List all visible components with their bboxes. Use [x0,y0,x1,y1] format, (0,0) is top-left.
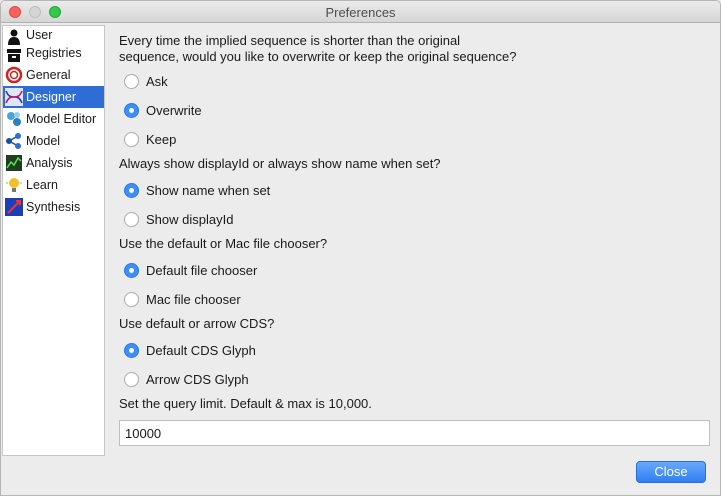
sidebar-item-synthesis[interactable]: Synthesis [3,196,104,218]
sidebar-item-model-editor[interactable]: Model Editor [3,108,104,130]
radio-button-selected[interactable] [124,262,139,278]
radio-ask[interactable]: Ask [124,71,168,91]
question-line-1: Every time the implied sequence is short… [119,33,461,48]
sidebar-item-label: User [26,28,53,42]
radio-label: Keep [146,131,177,147]
sidebar-item-general[interactable]: General [3,64,104,86]
radio-button[interactable] [124,371,139,387]
radio-button[interactable] [124,131,139,147]
radio-label: Mac file chooser [146,291,241,307]
synthesis-icon [5,198,23,216]
registries-icon [7,49,21,62]
radio-mac-file-chooser[interactable]: Mac file chooser [124,289,241,309]
sidebar-item-analysis[interactable]: Analysis [3,152,104,174]
radio-button[interactable] [124,291,139,307]
close-button[interactable]: Close [636,461,706,483]
display-name-question: Always show displayId or always show nam… [119,156,441,171]
sidebar-item-user[interactable]: User [3,26,104,45]
radio-label: Show displayId [146,211,234,227]
sidebar-item-label: General [26,68,71,82]
radio-button-selected[interactable] [124,182,139,198]
sidebar-item-learn[interactable]: Learn [3,174,104,196]
analysis-icon [6,155,22,171]
window-title: Preferences [325,5,396,20]
radio-default-cds-glyph[interactable]: Default CDS Glyph [124,340,256,360]
radio-button[interactable] [124,211,139,227]
radio-label: Default CDS Glyph [146,342,256,358]
sidebar-item-label: Analysis [26,156,73,170]
radio-overwrite[interactable]: Overwrite [124,100,202,120]
model-editor-icon [7,112,21,126]
model-icon [6,133,21,149]
designer-preferences-panel: Every time the implied sequence is short… [106,25,720,456]
sidebar-item-label: Model Editor [26,112,97,126]
radio-button[interactable] [124,73,139,89]
question-line-2: sequence, would you like to overwrite or… [119,49,517,64]
title-bar: Preferences [1,1,720,23]
sidebar-item-label: Synthesis [26,200,81,214]
overwrite-question: Every time the implied sequence is short… [119,33,516,65]
radio-button-selected[interactable] [124,102,139,118]
sidebar-item-label: Designer [26,90,77,104]
radio-label: Arrow CDS Glyph [146,371,249,387]
radio-arrow-cds-glyph[interactable]: Arrow CDS Glyph [124,369,249,389]
general-icon [5,66,23,84]
preferences-window: Preferences User Registries General Desi… [0,0,721,496]
sidebar-item-designer[interactable]: Designer [3,86,104,108]
sidebar-item-label: Learn [26,178,58,192]
radio-show-displayid[interactable]: Show displayId [124,209,233,229]
sidebar: User Registries General Designer Model E… [2,25,105,456]
learn-icon [6,178,22,192]
radio-button-selected[interactable] [124,342,139,358]
radio-show-name-when-set[interactable]: Show name when set [124,180,270,200]
cds-glyph-question: Use default or arrow CDS? [119,316,275,331]
radio-keep[interactable]: Keep [124,129,176,149]
radio-label: Ask [146,73,168,89]
designer-icon [5,88,23,106]
radio-label: Default file chooser [146,262,258,278]
radio-default-file-chooser[interactable]: Default file chooser [124,260,257,280]
sidebar-item-registries[interactable]: Registries [3,44,104,64]
radio-label: Overwrite [146,102,202,118]
sidebar-item-label: Registries [26,46,82,60]
footer-bar: Close [1,457,720,495]
file-chooser-question: Use the default or Mac file chooser? [119,236,328,251]
sidebar-item-label: Model [26,134,61,148]
radio-label: Show name when set [146,182,271,198]
sidebar-item-model[interactable]: Model [3,130,104,152]
query-limit-input[interactable] [119,420,710,446]
query-limit-label: Set the query limit. Default & max is 10… [119,396,372,411]
